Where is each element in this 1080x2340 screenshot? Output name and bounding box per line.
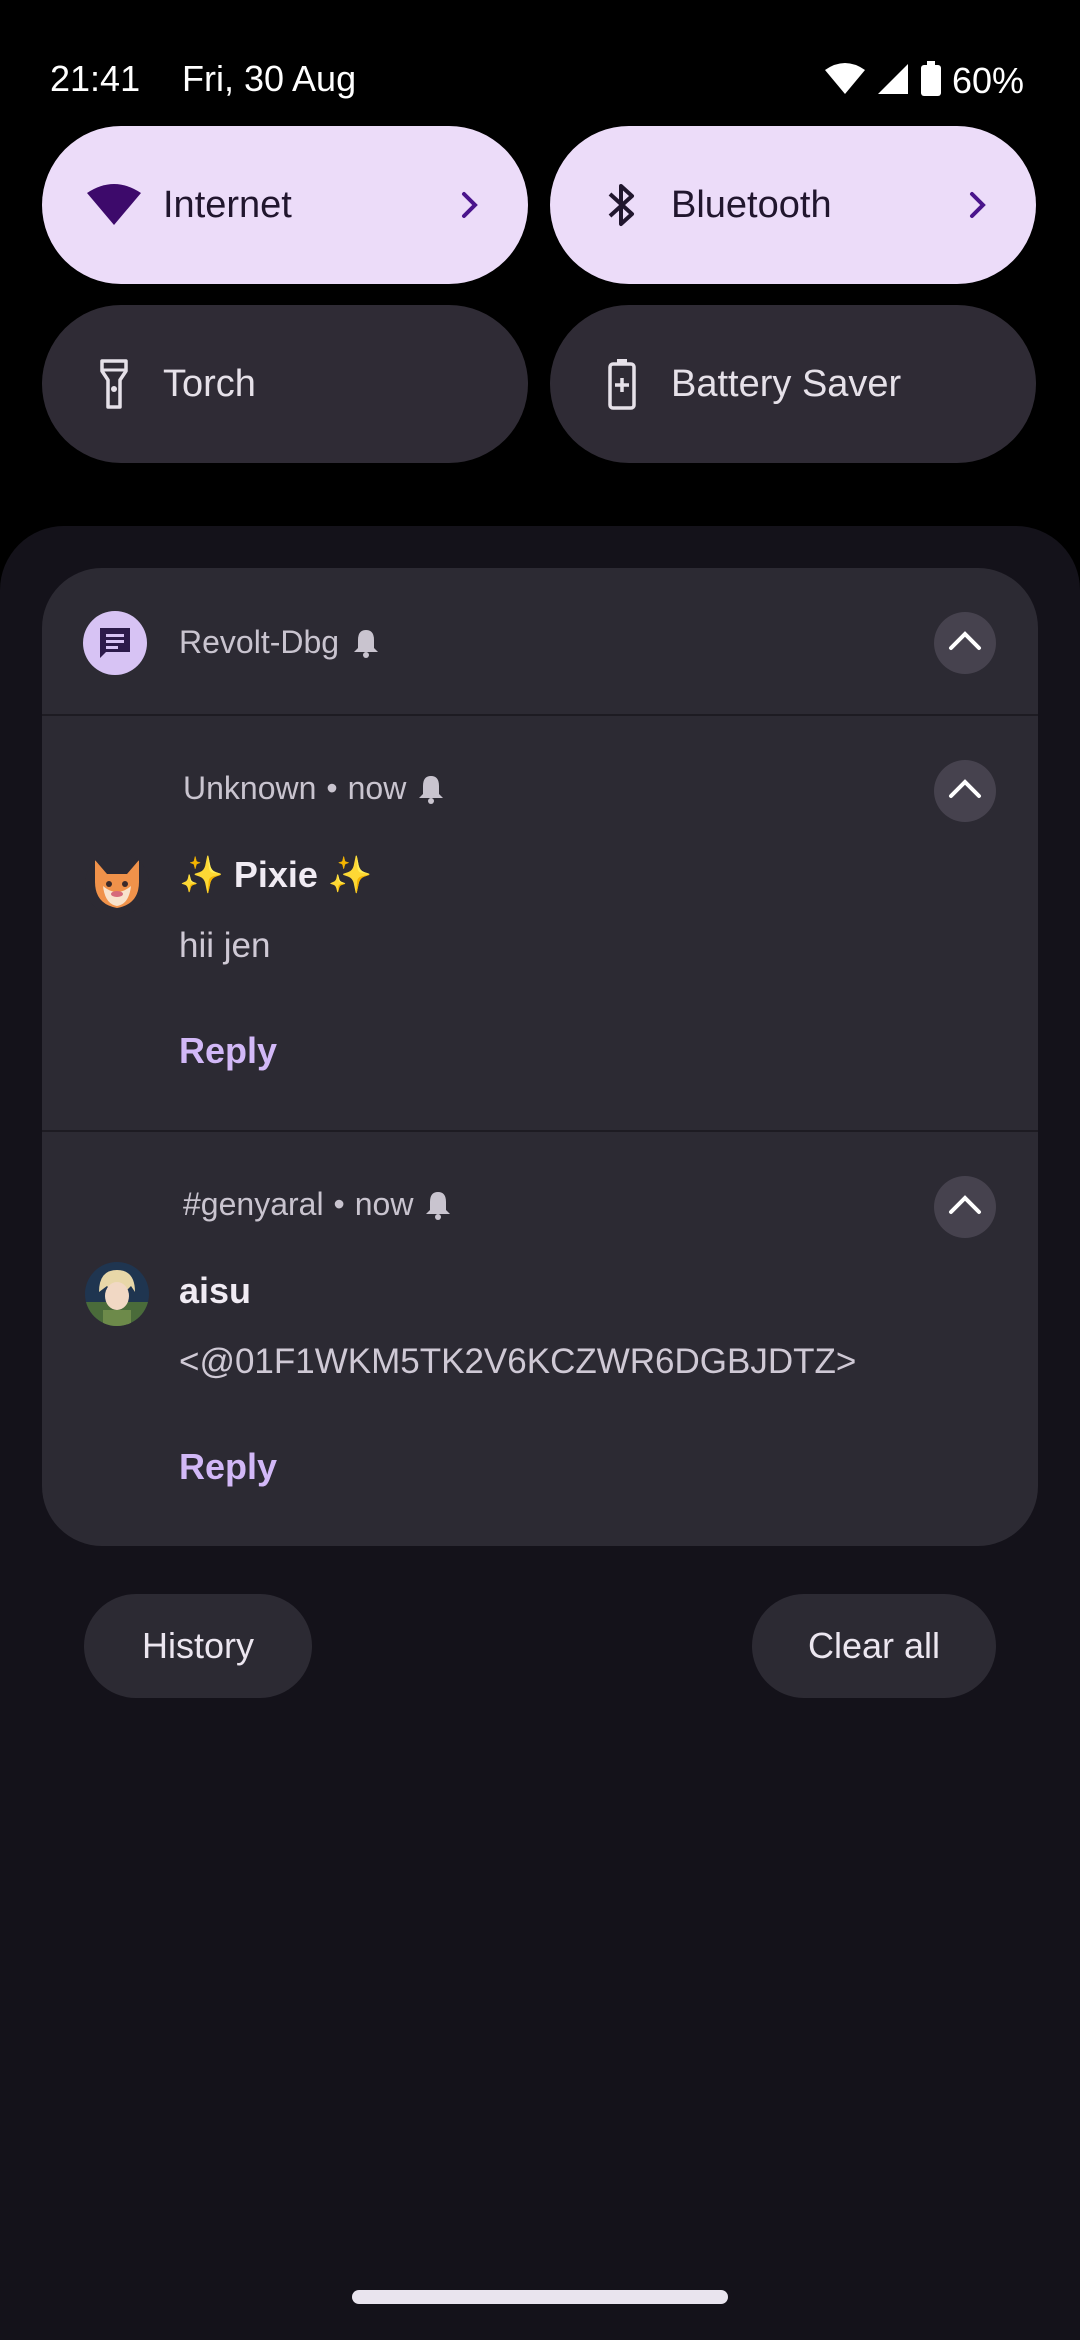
message-text: hii jen [179,926,271,965]
separator: • [326,770,338,806]
cellular-signal-icon [876,62,910,101]
home-indicator[interactable] [352,2290,728,2304]
notification-time: now [347,770,407,806]
battery-icon [920,60,942,102]
tile-label: Torch [163,362,256,405]
wifi-signal-icon [824,62,866,101]
notification-time: now [354,1186,414,1222]
battery-saver-icon [592,354,652,414]
chevron-right-icon [452,187,488,223]
notification-meta: #genyaral • now [183,1186,453,1223]
app-name: Revolt-Dbg [179,624,381,661]
bell-icon [416,774,446,804]
bluetooth-icon [592,175,652,235]
flashlight-icon [84,354,144,414]
history-button[interactable]: History [84,1594,312,1698]
anime-avatar [85,1262,149,1326]
chevron-right-icon [960,187,996,223]
message-icon [83,611,147,675]
reply-button[interactable]: Reply [179,1030,277,1072]
sender-name: aisu [179,1270,252,1311]
reply-button[interactable]: Reply [179,1446,277,1488]
tile-label: Battery Saver [671,362,902,405]
status-icons: 60% [824,60,1024,102]
divider [42,1130,1038,1132]
notification-meta: Unknown • now [183,770,446,807]
tile-label: Bluetooth [671,183,832,226]
sender-name: ✨ Pixie ✨ [179,854,373,895]
collapse-notification-button[interactable] [934,760,996,822]
chevron-up-icon [948,778,982,805]
clear-all-button[interactable]: Clear all [752,1594,996,1698]
status-date: Fri, 30 Aug [182,58,357,99]
wifi-icon [84,175,144,235]
chevron-up-icon [948,1194,982,1221]
notification-group-card[interactable]: Revolt-Dbg Unknown • now ✨ Pixie ✨ hii j… [42,568,1038,1546]
status-time: 21:41 [50,58,141,99]
chevron-up-icon [948,630,982,657]
tile-torch[interactable]: Torch [42,305,528,463]
tile-internet[interactable]: Internet [42,126,528,284]
collapse-group-button[interactable] [934,612,996,674]
divider [42,714,1038,716]
bell-icon [423,1190,453,1220]
tile-battery-saver[interactable]: Battery Saver [550,305,1036,463]
tile-label: Internet [163,183,292,226]
bell-icon [351,628,381,658]
separator: • [333,1186,345,1222]
tile-bluetooth[interactable]: Bluetooth [550,126,1036,284]
status-bar: 21:41 Fri, 30 Aug 60% [0,0,1080,120]
fox-avatar [85,852,149,916]
channel-name: #genyaral [183,1186,324,1222]
battery-percent: 60% [951,60,1024,101]
app-name-label: Revolt-Dbg [179,624,340,660]
channel-name: Unknown [183,770,317,806]
message-text: <@01F1WKM5TK2V6KCZWR6DGBJDTZ> [179,1342,857,1381]
collapse-notification-button[interactable] [934,1176,996,1238]
